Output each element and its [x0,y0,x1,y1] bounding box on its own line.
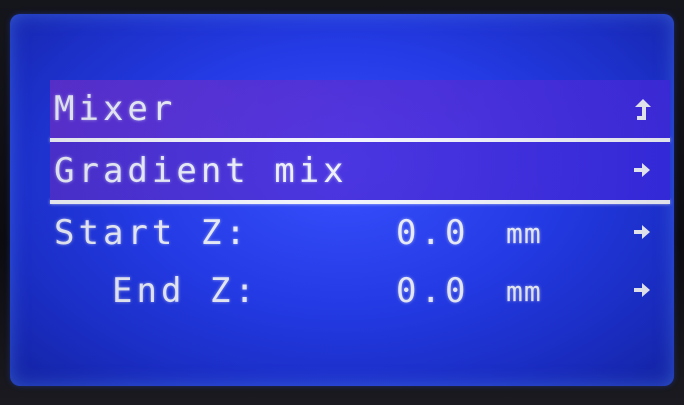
display-bezel: Mixer Gradient mix Start Z: 0.0 mm End Z… [0,0,684,405]
lcd-screen: Mixer Gradient mix Start Z: 0.0 mm End Z… [10,14,674,386]
back-arrow-icon[interactable] [632,98,654,120]
menu-item-end-z[interactable]: End Z: 0.0 mm [50,262,670,320]
menu-item-label: End Z: [112,271,259,311]
end-z-unit: mm [506,274,542,308]
right-arrow-icon [632,280,654,302]
mixer-menu: Mixer Gradient mix Start Z: 0.0 mm End Z… [50,80,670,320]
menu-item-start-z[interactable]: Start Z: 0.0 mm [50,204,670,262]
menu-item-gradient-mix[interactable]: Gradient mix [50,142,670,200]
menu-title: Mixer [54,89,177,129]
menu-title-row[interactable]: Mixer [50,80,670,138]
end-z-value: 0.0 [396,271,470,311]
right-arrow-icon [632,160,654,182]
start-z-value: 0.0 [396,213,470,253]
menu-item-label: Start Z: [54,213,250,253]
right-arrow-icon [632,222,654,244]
menu-item-label: Gradient mix [54,151,348,191]
start-z-unit: mm [506,216,542,250]
